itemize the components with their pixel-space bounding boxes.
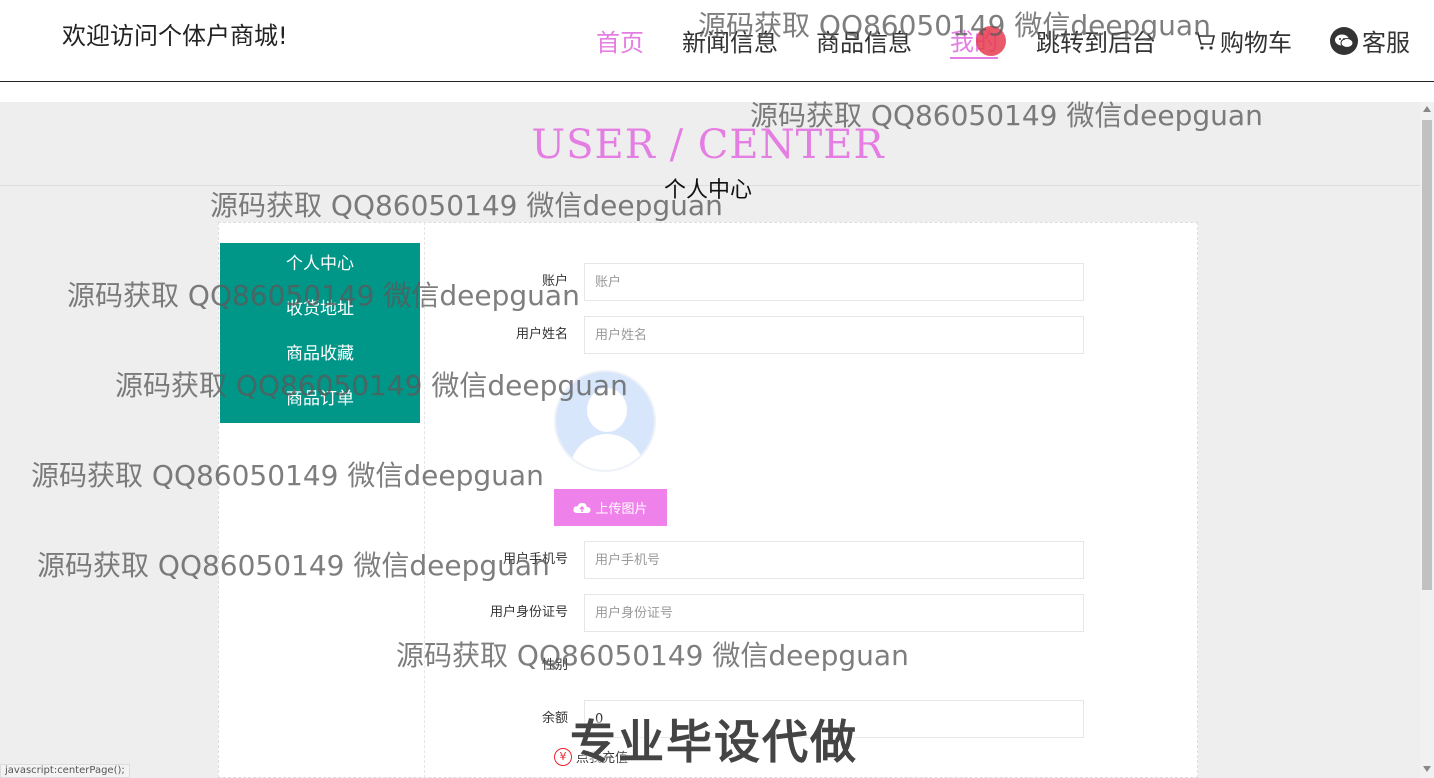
sidebar-item-profile[interactable]: 个人中心 [220,243,420,288]
panel-divider [424,222,425,778]
recharge-label: 点我充值 [576,751,629,766]
gender-row: 性别 [440,647,1100,685]
phone-input[interactable] [584,541,1084,579]
idcard-input[interactable] [584,594,1084,632]
scroll-down-arrow-icon[interactable] [1423,766,1431,772]
upload-image-button[interactable]: 上传图片 [554,489,667,526]
page-scrollbar[interactable] [1420,102,1434,778]
phone-row: 用户手机号 [440,541,1100,579]
balance-input[interactable] [584,700,1084,738]
avatar-body-shape [570,434,644,470]
page-title-en: USER / CENTER [531,122,885,168]
idcard-label: 用户身份证号 [489,605,568,620]
nav-backend[interactable]: 跳转到后台 [1036,22,1156,59]
idcard-row: 用户身份证号 [440,594,1100,632]
username-row: 用户姓名 [440,316,1100,354]
recharge-link[interactable]: ¥ 点我充值 [554,747,628,766]
upload-image-label: 上传图片 [595,502,648,517]
mouse-cursor-indicator [976,26,1006,56]
balance-label: 余额 [541,711,568,726]
wechat-icon [1330,26,1358,55]
nav-cart-label: 购物车 [1220,29,1292,57]
site-title: 欢迎访问个体户商城! [62,22,288,50]
balance-row: 余额 [440,700,1100,738]
sidebar-item-favorites[interactable]: 商品收藏 [220,333,420,378]
avatar [554,370,656,472]
top-navbar: 欢迎访问个体户商城! 首页 新闻信息 商品信息 我的 跳转到后台 购物车 客服 [0,0,1434,82]
nav-mine[interactable]: 我的 [950,22,1006,59]
scroll-up-arrow-icon[interactable] [1423,106,1431,112]
nav-service[interactable]: 客服 [1330,22,1410,59]
cloud-upload-icon [573,502,592,513]
avatar-head-shape [587,388,627,432]
account-label: 账户 [541,274,568,289]
user-center-sidebar: 个人中心 收货地址 商品收藏 商品订单 [220,243,420,423]
sidebar-item-address[interactable]: 收货地址 [220,288,420,333]
nav-goods[interactable]: 商品信息 [816,22,912,59]
nav-service-label: 客服 [1362,29,1410,57]
username-label: 用户姓名 [515,327,568,342]
gender-label: 性别 [541,658,568,673]
account-input[interactable] [584,263,1084,301]
phone-label: 用户手机号 [502,552,568,567]
browser-status-bar: javascript:centerPage(); [0,764,130,778]
nav-cart[interactable]: 购物车 [1194,22,1292,59]
nav-news[interactable]: 新闻信息 [682,22,778,59]
account-row: 账户 [440,263,1100,301]
main-nav: 首页 新闻信息 商品信息 我的 跳转到后台 购物车 客服 [596,22,1410,59]
cart-icon [1195,31,1216,50]
yen-icon: ¥ [554,747,572,766]
username-input[interactable] [584,316,1084,354]
page-title-cn: 个人中心 [663,178,752,203]
scroll-thumb[interactable] [1422,120,1432,590]
nav-home[interactable]: 首页 [596,22,644,59]
sidebar-item-orders[interactable]: 商品订单 [220,378,420,423]
